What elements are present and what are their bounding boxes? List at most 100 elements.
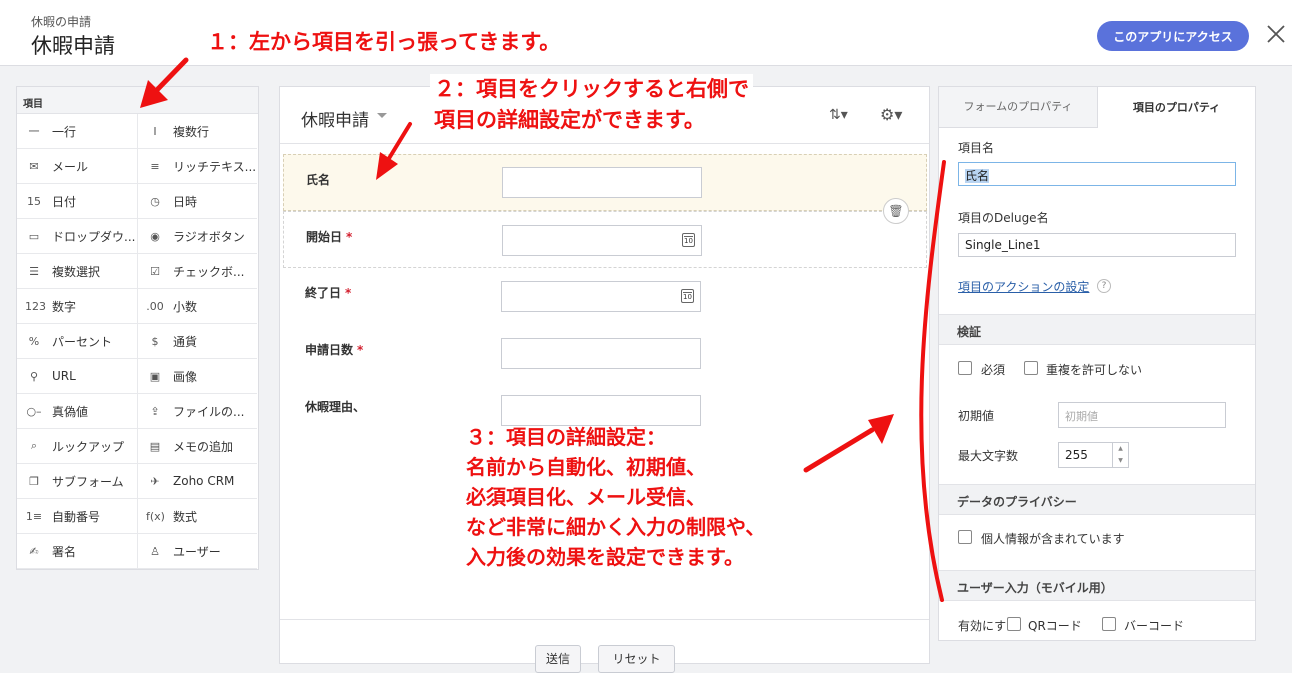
annotation-step-3-line: など非常に細かく入力の制限や、	[466, 515, 766, 539]
annotation-step-3-line: 名前から自動化、初期値、	[466, 455, 706, 479]
initial-value-input[interactable]: 初期値	[1058, 402, 1226, 428]
reset-button[interactable]: リセット	[598, 645, 675, 673]
palette-item[interactable]: ◉ ラジオボタン	[137, 219, 257, 254]
palette-item[interactable]: ☑ チェックボ...	[137, 254, 257, 289]
calendar-icon[interactable]: 10	[681, 289, 694, 303]
palette-item-icon: ❐	[29, 474, 39, 488]
palette-item-icon: ☑	[150, 264, 160, 278]
palette-item-icon: 一	[28, 125, 40, 138]
palette-item-label: 数字	[52, 299, 77, 314]
days-input[interactable]	[501, 338, 701, 369]
tab-form-properties[interactable]: フォームのプロパティ	[939, 87, 1098, 128]
properties-panel: フォームのプロパティ 項目のプロパティ 項目名 氏名 項目のDeluge名 Si…	[938, 86, 1256, 641]
app-subtitle: 休暇の申請	[31, 15, 92, 29]
qr-code-checkbox[interactable]	[1007, 617, 1021, 631]
max-chars-label: 最大文字数	[958, 449, 1019, 463]
palette-item[interactable]: ○– 真偽値	[17, 394, 137, 429]
palette-item[interactable]: ◷ 日時	[137, 184, 257, 219]
palette-item[interactable]: ✉ メール	[17, 149, 137, 184]
form-field-row-days[interactable]: 申請日数 *	[283, 325, 927, 382]
palette-item-icon: ◷	[150, 194, 160, 208]
palette-item-label: 小数	[173, 299, 198, 314]
name-input[interactable]	[502, 167, 702, 198]
palette-item-icon: ✍	[29, 544, 39, 558]
palette-item[interactable]: ⌕ ルックアップ	[17, 429, 137, 464]
annotation-step-3-line: ３：項目の詳細設定：	[466, 425, 666, 449]
palette-item-icon: f(x)	[146, 509, 165, 523]
privacy-section-header: データのプライバシー	[939, 484, 1255, 515]
palette-item[interactable]: ▣ 画像	[137, 359, 257, 394]
palette-item-label: 真偽値	[52, 404, 89, 419]
form-name[interactable]: 休暇申請	[301, 106, 369, 131]
palette-item[interactable]: ✈ Zoho CRM	[137, 464, 257, 499]
palette-item[interactable]: ✍ 署名	[17, 534, 137, 569]
palette-item-label: 一行	[52, 124, 77, 139]
palette-item[interactable]: 一一行	[17, 114, 137, 149]
palette-item-icon: ▭	[28, 229, 40, 243]
palette-item[interactable]: ♙ ユーザー	[137, 534, 257, 569]
palette-item[interactable]: $ 通貨	[137, 324, 257, 359]
field-label: 申請日数 *	[305, 343, 364, 357]
initial-value-label: 初期値	[958, 409, 995, 423]
submit-button[interactable]: 送信	[535, 645, 581, 673]
help-icon[interactable]: ?	[1097, 279, 1111, 293]
chevron-down-icon[interactable]	[377, 113, 387, 118]
palette-item[interactable]: ☰ 複数選択	[17, 254, 137, 289]
palette-item-icon: ▣	[149, 369, 161, 383]
palette-item[interactable]: f(x) 数式	[137, 499, 257, 534]
start-date-input[interactable]: 10	[502, 225, 702, 256]
palette-item-icon: ♙	[150, 544, 160, 558]
palette-item[interactable]: 123 数字	[17, 289, 137, 324]
calendar-icon[interactable]: 10	[682, 233, 695, 247]
palette-item-icon: ☰	[29, 264, 39, 278]
tab-field-properties[interactable]: 項目のプロパティ	[1098, 87, 1255, 128]
palette-item[interactable]: .00 小数	[137, 289, 257, 324]
form-field-row-end-date[interactable]: 終了日 * 10	[283, 268, 927, 325]
palette-item-label: 日付	[52, 194, 77, 209]
palette-item[interactable]: ⚲ URL	[17, 359, 137, 394]
delete-field-icon[interactable]: 🗑	[883, 198, 909, 224]
field-label: 終了日 *	[305, 286, 352, 300]
layout-icon[interactable]: ⇅▾	[829, 107, 848, 123]
palette-item-label: 複数行	[173, 124, 210, 139]
palette-item-icon: 15	[27, 194, 41, 208]
required-checkbox[interactable]	[958, 361, 972, 375]
palette-item-label: ファイルの...	[173, 404, 245, 419]
gear-icon[interactable]: ⚙▾	[880, 105, 902, 124]
end-date-input[interactable]: 10	[501, 281, 701, 312]
stepper-arrows-icon[interactable]: ▲ ▼	[1112, 443, 1128, 467]
palette-item[interactable]: ⇪ ファイルの...	[137, 394, 257, 429]
palette-item-label: パーセント	[52, 334, 113, 349]
palette-item-label: 複数選択	[52, 264, 101, 279]
palette-item-label: リッチテキス...	[173, 159, 257, 174]
annotation-step-3: ３：項目の詳細設定： 名前から自動化、初期値、 必須項目化、メール受信、 など非…	[466, 422, 765, 572]
deluge-name-input[interactable]: Single_Line1	[958, 233, 1236, 257]
palette-item[interactable]: ▤ メモの追加	[137, 429, 257, 464]
form-field-row-name[interactable]: 氏名	[283, 154, 927, 211]
palette-item-label: メモの追加	[173, 439, 234, 454]
palette-item[interactable]: 1≡ 自動番号	[17, 499, 137, 534]
field-action-link[interactable]: 項目のアクションの設定	[958, 278, 1089, 295]
palette-item[interactable]: I 複数行	[137, 114, 257, 149]
palette-item-label: ドロップダウ...	[52, 229, 136, 244]
palette-item-icon: ≡	[150, 159, 160, 173]
palette-heading: 項目	[17, 87, 258, 114]
barcode-checkbox[interactable]	[1102, 617, 1116, 631]
palette-item[interactable]: ❐ サブフォーム	[17, 464, 137, 499]
no-duplicate-checkbox[interactable]	[1024, 361, 1038, 375]
palette-item[interactable]: ≡ リッチテキス...	[137, 149, 257, 184]
palette-item-icon: ⚲	[29, 369, 39, 383]
access-app-button[interactable]: このアプリにアクセス	[1097, 21, 1249, 51]
palette-item-label: メール	[52, 159, 89, 174]
form-field-row-start-date[interactable]: 開始日 * 10	[283, 211, 927, 268]
palette-item[interactable]: % パーセント	[17, 324, 137, 359]
palette-item-icon: 123	[25, 299, 46, 313]
palette-item[interactable]: ▭ ドロップダウ...	[17, 219, 137, 254]
field-name-input[interactable]: 氏名	[958, 162, 1236, 186]
close-icon[interactable]	[1266, 24, 1290, 48]
field-palette: 項目 一一行 I 複数行 ✉ メール ≡ リッチテキス... 15 日付 ◷ 日時 ▭ ドロップダウ..…	[16, 86, 259, 570]
deluge-name-label: 項目のDeluge名	[958, 211, 1049, 225]
app-header: 休暇の申請 休暇申請 このアプリにアクセス	[0, 0, 1292, 66]
palette-item[interactable]: 15 日付	[17, 184, 137, 219]
personal-info-checkbox[interactable]	[958, 530, 972, 544]
